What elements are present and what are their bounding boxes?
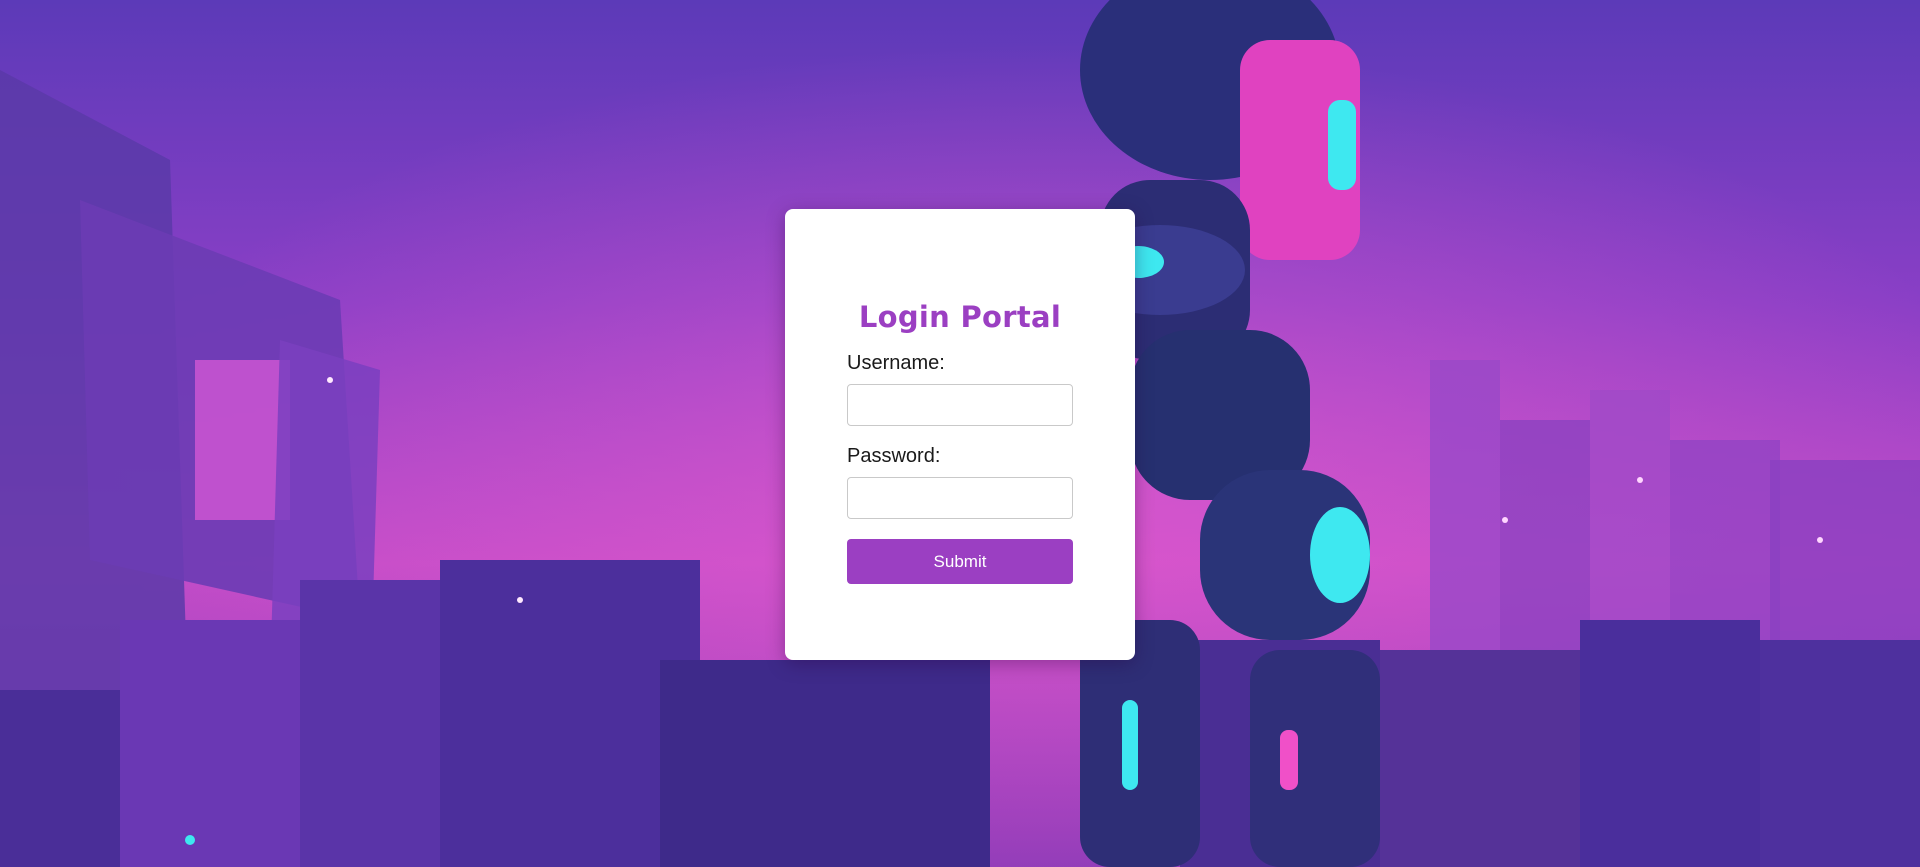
- username-label: Username:: [847, 352, 945, 374]
- submit-button[interactable]: Submit: [847, 539, 1073, 584]
- username-field[interactable]: [847, 384, 1073, 426]
- login-card: Login Portal Username: Password: Submit: [785, 209, 1135, 660]
- page-title: Login Portal: [858, 300, 1062, 334]
- password-label: Password:: [847, 445, 941, 467]
- password-field[interactable]: [847, 477, 1073, 519]
